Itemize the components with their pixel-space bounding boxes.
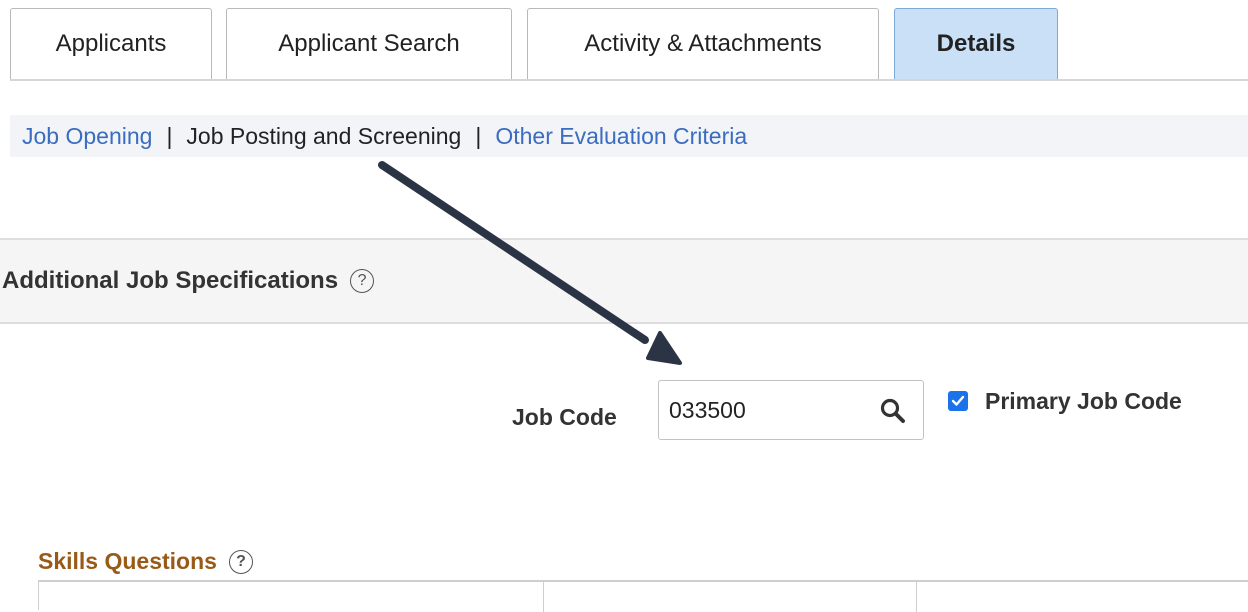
other-evaluation-link[interactable]: Other Evaluation Criteria [495,123,747,150]
checkmark-icon [951,395,965,406]
skills-questions-header: Skills Questions ? [38,548,253,575]
separator: | [475,122,482,149]
skills-questions-title: Skills Questions [38,548,217,574]
sub-navigation: Job Opening | Job Posting and Screening … [10,115,1248,157]
tab-applicant-search[interactable]: Applicant Search [226,8,512,79]
tab-applicants[interactable]: Applicants [10,8,212,79]
section-title: Additional Job Specifications [2,267,339,294]
tab-label: Applicants [55,30,167,57]
tab-label: Applicant Search [278,30,460,57]
tab-activity-attachments[interactable]: Activity & Attachments [527,8,879,79]
tab-label: Details [936,30,1016,57]
job-code-input[interactable] [669,391,859,429]
help-icon[interactable]: ? [350,269,375,293]
tab-underline [10,79,1248,81]
section-header: Additional Job Specifications ? [0,238,1248,324]
job-opening-link[interactable]: Job Opening [22,123,152,150]
tab-label: Activity & Attachments [584,30,822,57]
job-posting-current: Job Posting and Screening [186,122,462,149]
separator: | [166,122,173,149]
tab-details[interactable]: Details [894,8,1058,79]
job-code-label: Job Code [512,404,617,430]
primary-job-code-checkbox[interactable] [948,391,968,411]
skills-questions-grid [38,580,1248,612]
primary-job-code-label: Primary Job Code [985,388,1182,414]
tab-bar: Applicants Applicant Search Activity & A… [0,0,1248,82]
search-icon[interactable] [879,397,907,425]
job-code-field [658,380,924,440]
help-icon[interactable]: ? [228,549,253,574]
